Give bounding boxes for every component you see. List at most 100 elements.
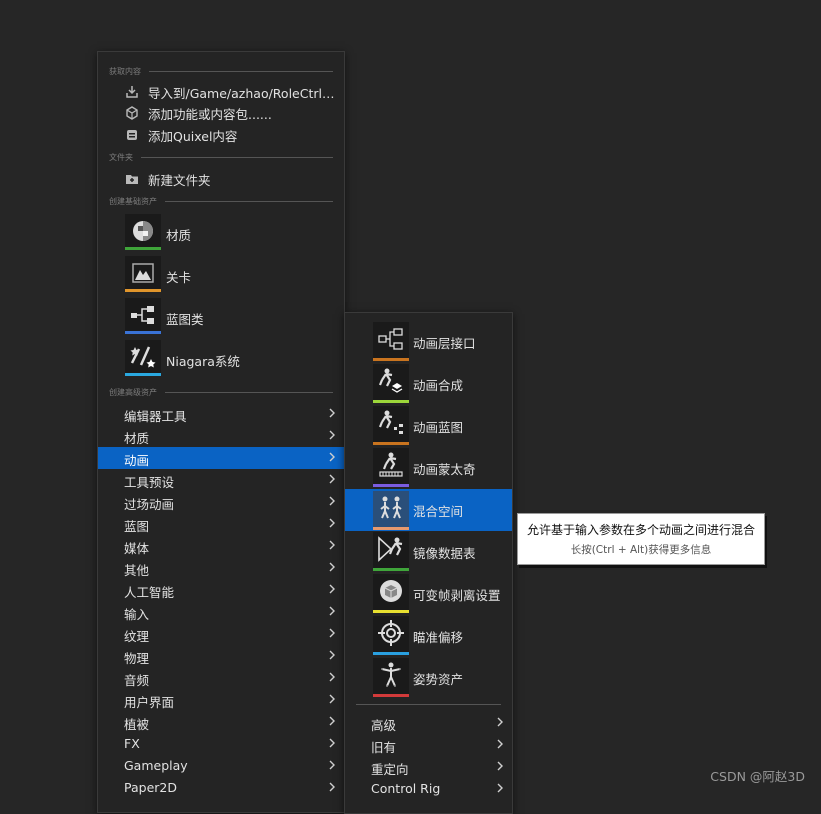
animation-asset-item[interactable]: 可变帧剥离设置: [345, 574, 512, 616]
category-item[interactable]: 输入: [98, 601, 344, 623]
category-item[interactable]: 用户界面: [98, 689, 344, 711]
asset-label: 材质: [166, 227, 192, 243]
chevron-right-icon: [496, 759, 504, 773]
category-item[interactable]: 动画: [98, 447, 344, 469]
chevron-right-icon: [328, 736, 336, 750]
tooltip-hint: 长按(Ctrl + Alt)获得更多信息: [570, 544, 712, 556]
anim-composite-icon: [373, 364, 409, 403]
category-label: Paper2D: [124, 780, 177, 795]
pose-asset-icon: [373, 658, 409, 697]
asset-label: 可变帧剥离设置: [413, 588, 501, 603]
asset-label: Niagara系统: [166, 353, 240, 369]
asset-label: 动画蓝图: [413, 420, 464, 435]
chevron-right-icon: [328, 692, 336, 706]
import-label: 导入到/Game/azhao/RoleCtrl......: [148, 85, 336, 101]
divider: [141, 156, 333, 158]
divider: [356, 704, 501, 705]
category-label: Gameplay: [124, 758, 188, 773]
category-item[interactable]: Gameplay: [98, 755, 344, 777]
animation-asset-item[interactable]: 动画层接口: [345, 322, 512, 364]
category-item[interactable]: Paper2D: [98, 777, 344, 799]
asset-label: 动画蒙太奇: [413, 462, 476, 477]
mirror-table-icon: [373, 532, 409, 571]
submenu-label: 旧有: [371, 740, 397, 755]
chevron-right-icon: [328, 560, 336, 574]
asset-label: 蓝图类: [166, 311, 204, 327]
divider: [165, 200, 333, 202]
animation-submenu-item[interactable]: Control Rig: [345, 778, 512, 800]
import-menu-item[interactable]: 导入到/Game/azhao/RoleCtrl......: [98, 81, 344, 103]
new-folder-label: 新建文件夹: [148, 172, 211, 188]
category-item[interactable]: FX: [98, 733, 344, 755]
aim-offset-icon: [373, 616, 409, 655]
chevron-right-icon: [328, 472, 336, 486]
content-pack-icon: [125, 106, 139, 120]
divider: [165, 391, 333, 393]
niagara-icon: [125, 340, 161, 376]
chevron-right-icon: [328, 582, 336, 596]
animation-submenu-item[interactable]: 高级: [345, 712, 512, 734]
section-title: 文件夹: [109, 152, 133, 162]
asset-color-bar: [373, 400, 409, 403]
category-item[interactable]: 编辑器工具: [98, 403, 344, 425]
new-folder-menu-item[interactable]: 新建文件夹: [98, 168, 344, 190]
add-feature-menu-item[interactable]: 添加功能或内容包......: [98, 102, 344, 124]
category-item[interactable]: 蓝图: [98, 513, 344, 535]
category-item[interactable]: 植被: [98, 711, 344, 733]
animation-asset-item[interactable]: 混合空间: [345, 489, 512, 531]
watermark: CSDN @阿赵3D: [710, 769, 805, 784]
category-label: 媒体: [124, 541, 150, 556]
asset-color-bar: [125, 289, 161, 292]
animation-asset-item[interactable]: 瞄准偏移: [345, 616, 512, 658]
asset-label: 镜像数据表: [413, 546, 476, 561]
submenu-label: 高级: [371, 718, 397, 733]
animation-asset-item[interactable]: 动画蓝图: [345, 406, 512, 448]
category-item[interactable]: 其他: [98, 557, 344, 579]
category-label: 过场动画: [124, 497, 175, 512]
asset-color-bar: [125, 373, 161, 376]
niagara-asset-item[interactable]: Niagara系统: [98, 340, 344, 380]
blueprint-class-icon: [125, 298, 161, 334]
level-asset-item[interactable]: 关卡: [98, 256, 344, 296]
chevron-right-icon: [328, 494, 336, 508]
category-item[interactable]: 过场动画: [98, 491, 344, 513]
add-feature-label: 添加功能或内容包......: [148, 106, 272, 122]
animation-asset-item[interactable]: 动画合成: [345, 364, 512, 406]
animation-asset-item[interactable]: 镜像数据表: [345, 532, 512, 574]
chevron-right-icon: [328, 670, 336, 684]
animation-asset-item[interactable]: 动画蒙太奇: [345, 448, 512, 490]
blueprint-class-asset-item[interactable]: 蓝图类: [98, 298, 344, 338]
anim-layer-interface-icon: [373, 322, 409, 361]
divider: [149, 70, 333, 72]
frame-stripping-icon: [373, 574, 409, 613]
category-label: 工具预设: [124, 475, 175, 490]
animation-submenu: 动画层接口 动画合成动画蓝图动画蒙太奇混合空间镜像数据表可变帧剥离设置瞄准偏移 姿势…: [344, 312, 513, 814]
chevron-right-icon: [496, 737, 504, 751]
category-label: 材质: [124, 431, 150, 446]
section-folder: 文件夹: [109, 151, 333, 163]
animation-submenu-item[interactable]: 重定向: [345, 756, 512, 778]
chevron-right-icon: [328, 516, 336, 530]
material-asset-item[interactable]: 材质: [98, 214, 344, 254]
chevron-right-icon: [328, 758, 336, 772]
asset-label: 关卡: [166, 269, 192, 285]
asset-color-bar: [373, 527, 409, 530]
chevron-right-icon: [328, 450, 336, 464]
add-quixel-menu-item[interactable]: 添加Quixel内容: [98, 124, 344, 146]
animation-submenu-item[interactable]: 旧有: [345, 734, 512, 756]
category-label: 音频: [124, 673, 150, 688]
material-icon: [125, 214, 161, 250]
category-item[interactable]: 工具预设: [98, 469, 344, 491]
category-label: FX: [124, 736, 140, 751]
category-item[interactable]: 音频: [98, 667, 344, 689]
animation-asset-item[interactable]: 姿势资产: [345, 658, 512, 700]
category-item[interactable]: 材质: [98, 425, 344, 447]
category-label: 动画: [124, 453, 150, 468]
category-item[interactable]: 媒体: [98, 535, 344, 557]
category-item[interactable]: 物理: [98, 645, 344, 667]
category-item[interactable]: 纹理: [98, 623, 344, 645]
category-label: 植被: [124, 717, 150, 732]
category-label: 用户界面: [124, 695, 175, 710]
chevron-right-icon: [328, 714, 336, 728]
category-item[interactable]: 人工智能: [98, 579, 344, 601]
